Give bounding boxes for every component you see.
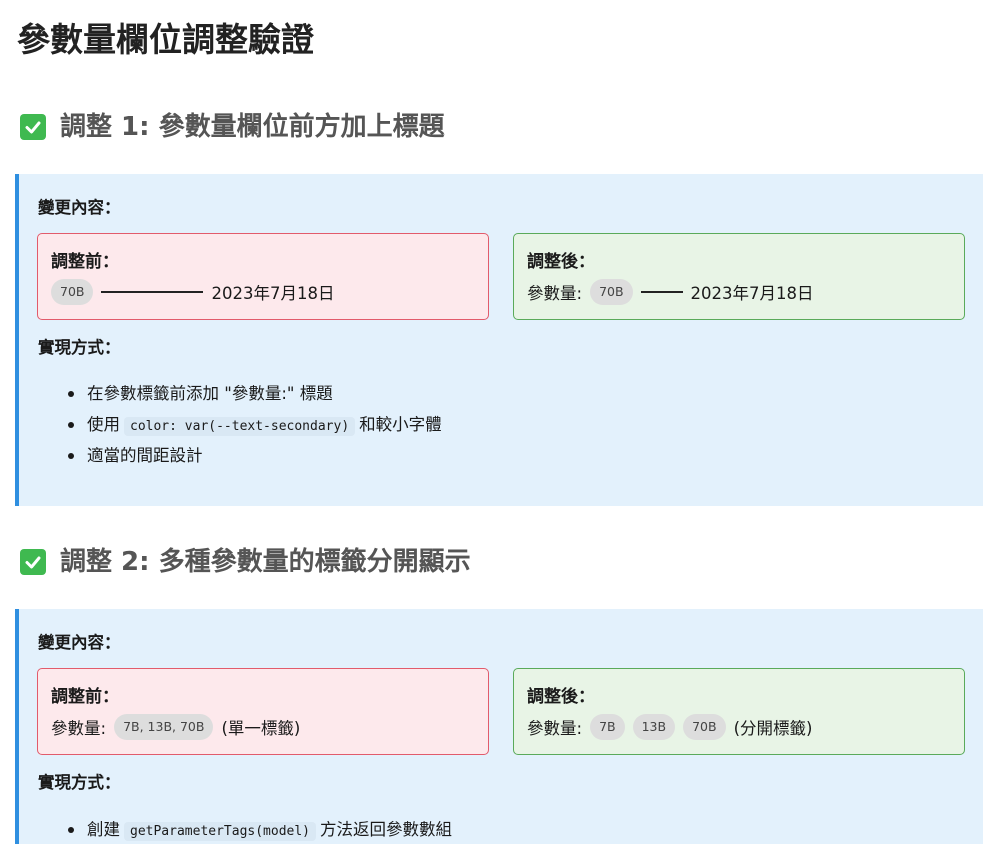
section-1-card: 變更內容： 調整前： 70B 2023年7月18日 調整後： 參數量: 70B … xyxy=(15,174,983,506)
method-label: 實現方式： xyxy=(38,338,121,357)
section-1-heading: 調整 1: 參數量欄位前方加上標題 xyxy=(20,107,445,147)
before-box: 調整前： 參數量: 7B, 13B, 70B (單一標籤) xyxy=(37,668,489,755)
parameter-label: 參數量: xyxy=(527,719,583,738)
page: 參數量欄位調整驗證 調整 1: 參數量欄位前方加上標題 變更內容： 調整前： 7… xyxy=(0,0,997,844)
after-content: 參數量: 70B 2023年7月18日 xyxy=(527,277,814,307)
after-title: 調整後： xyxy=(527,252,595,272)
changes-label: 變更內容： xyxy=(38,198,121,217)
tag-note: (單一標籤) xyxy=(221,719,301,738)
separator-line xyxy=(640,291,683,293)
parameter-tag: 13B xyxy=(632,714,676,740)
tag-note: (分開標籤) xyxy=(733,719,813,738)
before-title: 調整前： xyxy=(51,252,119,272)
method-list: 在參數標籤前添加 "參數量:" 標題 使用 color: var(--text-s… xyxy=(19,378,442,471)
parameter-tag: 7B xyxy=(590,714,625,740)
after-box: 調整後： 參數量: 7B 13B 70B (分開標籤) xyxy=(513,668,965,755)
inline-code: getParameterTags(model) xyxy=(124,822,317,841)
list-item-text: 和較小字體 xyxy=(359,415,442,434)
parameter-label: 參數量: xyxy=(51,719,107,738)
after-title: 調整後： xyxy=(527,687,595,707)
list-item: 適當的間距設計 xyxy=(19,440,442,471)
before-content: 參數量: 7B, 13B, 70B (單一標籤) xyxy=(51,712,300,742)
section-2-heading-text: 調整 2: 多種參數量的標籤分開顯示 xyxy=(60,547,471,577)
list-item: 創建 getParameterTags(model) 方法返回參數數組 xyxy=(19,814,452,844)
release-date: 2023年7月18日 xyxy=(211,284,335,303)
method-label: 實現方式： xyxy=(38,773,121,792)
list-item-text: 在參數標籤前添加 "參數量:" 標題 xyxy=(87,384,333,403)
inline-code: color: var(--text-secondary) xyxy=(124,417,356,436)
list-item: 使用 color: var(--text-secondary) 和較小字體 xyxy=(19,409,442,440)
before-content: 70B 2023年7月18日 xyxy=(51,277,334,307)
page-title: 參數量欄位調整驗證 xyxy=(17,20,314,59)
before-box: 調整前： 70B 2023年7月18日 xyxy=(37,233,489,320)
section-2-card: 變更內容： 調整前： 參數量: 7B, 13B, 70B (單一標籤) 調整後：… xyxy=(15,609,983,844)
section-2-heading: 調整 2: 多種參數量的標籤分開顯示 xyxy=(20,542,471,582)
method-list: 創建 getParameterTags(model) 方法返回參數數組 xyxy=(19,814,452,844)
release-date: 2023年7月18日 xyxy=(690,284,814,303)
before-title: 調整前： xyxy=(51,687,119,707)
list-item-text: 創建 xyxy=(87,820,120,839)
changes-label: 變更內容： xyxy=(38,633,121,652)
parameter-tag: 70B xyxy=(590,279,633,305)
parameter-tag: 7B, 13B, 70B xyxy=(114,714,214,740)
parameter-label: 參數量: xyxy=(527,284,583,303)
list-item-text: 適當的間距設計 xyxy=(87,446,203,465)
check-mark-icon xyxy=(20,114,46,140)
parameter-tag: 70B xyxy=(51,279,94,305)
after-box: 調整後： 參數量: 70B 2023年7月18日 xyxy=(513,233,965,320)
list-item-text: 使用 xyxy=(87,415,120,434)
after-content: 參數量: 7B 13B 70B (分開標籤) xyxy=(527,712,812,742)
parameter-tag: 70B xyxy=(683,714,726,740)
section-1-heading-text: 調整 1: 參數量欄位前方加上標題 xyxy=(60,112,445,142)
list-item: 在參數標籤前添加 "參數量:" 標題 xyxy=(19,378,442,409)
check-mark-icon xyxy=(20,549,46,575)
list-item-text: 方法返回參數數組 xyxy=(320,820,453,839)
separator-line xyxy=(101,291,204,293)
